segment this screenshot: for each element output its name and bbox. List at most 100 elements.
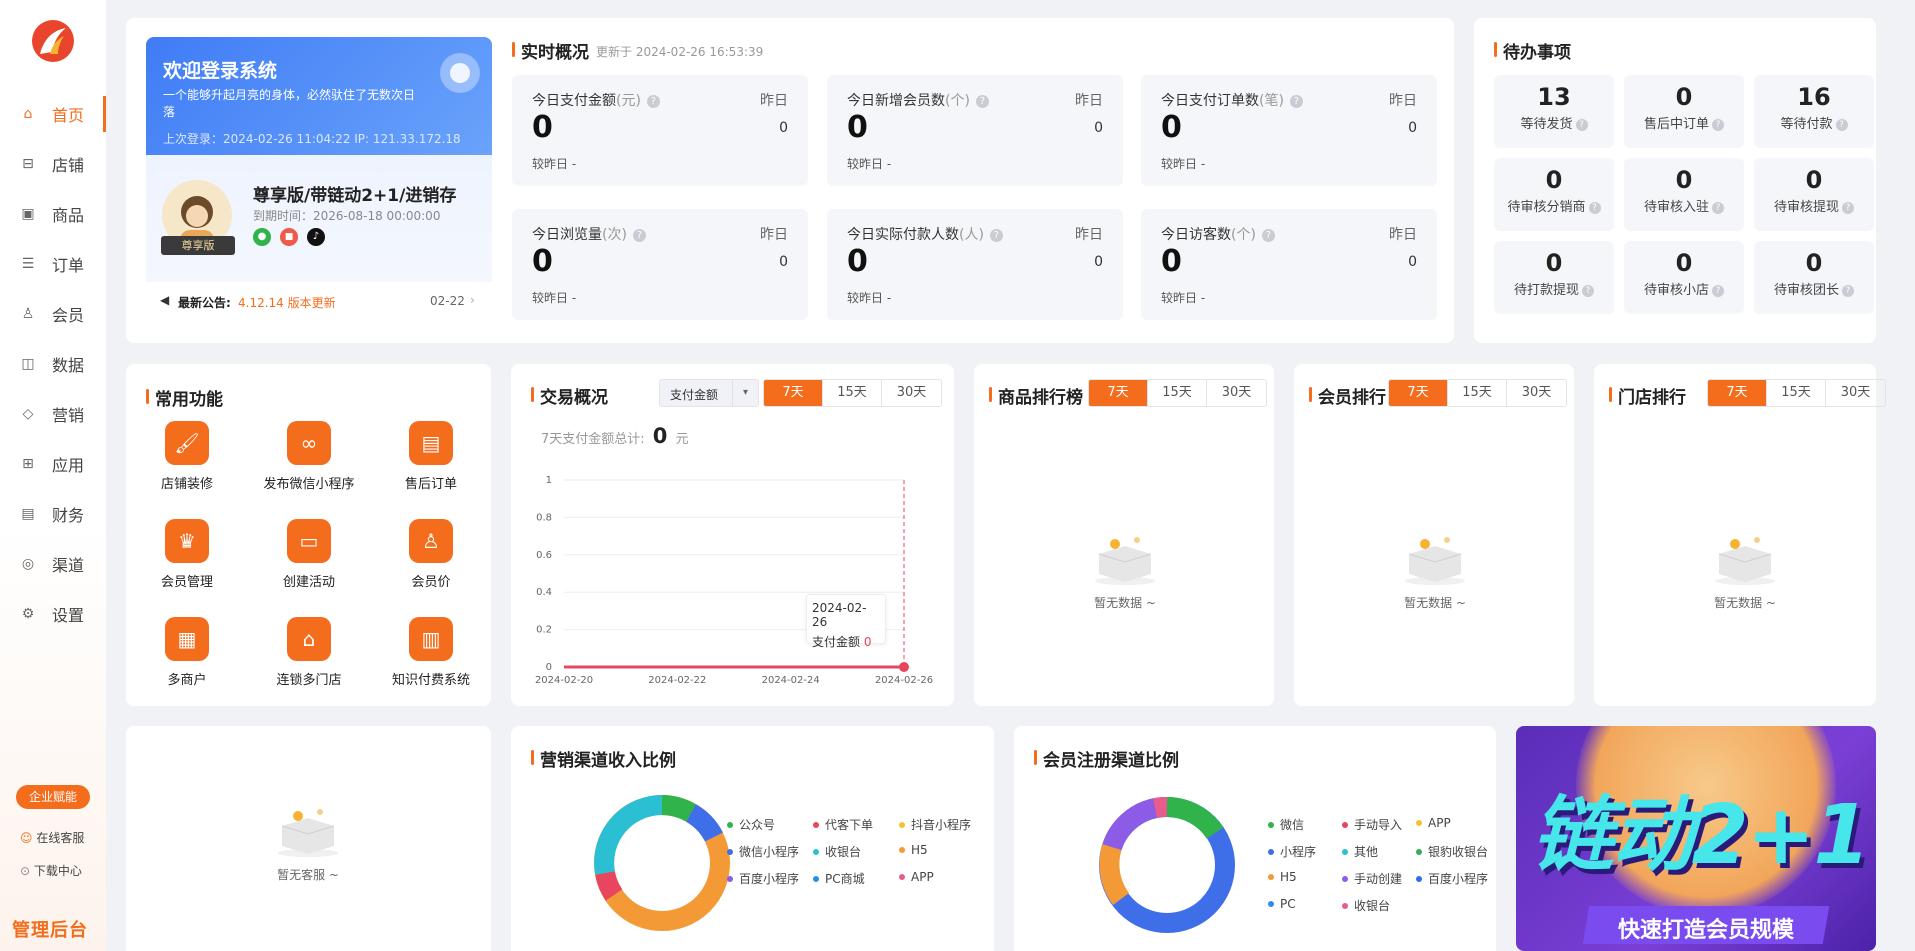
legend-item[interactable]: APP <box>899 870 934 884</box>
tab-30d[interactable]: 30天 <box>1507 380 1566 406</box>
legend-item[interactable]: 微信 <box>1268 816 1304 833</box>
donut-slice <box>661 795 697 822</box>
help-icon[interactable]: ? <box>1712 285 1724 297</box>
help-icon[interactable]: ? <box>1835 119 1848 131</box>
function-item[interactable]: ▤ 售后订单 <box>376 421 486 492</box>
function-item[interactable]: ▥ 知识付费系统 <box>376 617 486 688</box>
realtime-updated: 更新于 2024-02-26 16:53:39 <box>596 45 764 59</box>
function-item[interactable]: ⌂ 连锁多门店 <box>254 617 364 688</box>
notice-text[interactable]: 4.12.14 版本更新 <box>238 294 336 311</box>
todo-item[interactable]: 13 等待发货? <box>1494 75 1614 148</box>
tab-15d[interactable]: 15天 <box>823 380 882 406</box>
legend-item[interactable]: 代客下单 <box>813 816 873 833</box>
legend-item[interactable]: 小程序 <box>1268 843 1316 860</box>
help-icon[interactable]: ? <box>989 229 1003 242</box>
legend-item[interactable]: 手动创建 <box>1342 870 1402 887</box>
tab-15d[interactable]: 15天 <box>1448 380 1507 406</box>
todo-item[interactable]: 0 待审核团长? <box>1754 241 1874 314</box>
goods-rank-empty-text: 暂无数据 ~ <box>1094 596 1156 610</box>
legend-item[interactable]: 抖音小程序 <box>899 816 971 833</box>
help-icon[interactable]: ? <box>1575 119 1588 131</box>
todo-item[interactable]: 0 售后中订单? <box>1624 75 1744 148</box>
trade-metric-select[interactable]: 支付金额 ▾ <box>659 379 759 407</box>
legend-item[interactable]: H5 <box>899 843 928 857</box>
notice-bar[interactable]: ◀ 最新公告: 4.12.14 版本更新 02-22 › <box>146 282 492 322</box>
legend-item[interactable]: 收银台 <box>1342 897 1390 914</box>
todo-label: 等待发货? <box>1494 113 1614 132</box>
legend-item[interactable]: 银豹收银台 <box>1416 843 1488 860</box>
todo-item[interactable]: 0 待审核提现? <box>1754 158 1874 231</box>
stat-label: 今日新增会员数(个)? <box>847 90 989 110</box>
todo-item[interactable]: 0 待审核分销商? <box>1494 158 1614 231</box>
legend-item[interactable]: 微信小程序 <box>727 843 799 860</box>
help-icon[interactable]: ? <box>632 229 646 242</box>
todo-item[interactable]: 0 待审核小店? <box>1624 241 1744 314</box>
legend-item[interactable]: 百度小程序 <box>727 870 799 887</box>
todo-item[interactable]: 0 待审核入驻? <box>1624 158 1744 231</box>
function-item[interactable]: ∞ 发布微信小程序 <box>254 421 364 492</box>
sidebar-item-0[interactable]: ⌂ 首页 <box>0 94 106 134</box>
todo-label-text: 待审核入驻 <box>1643 200 1709 215</box>
sidebar-item-3[interactable]: ☰ 订单 <box>0 244 106 284</box>
help-icon[interactable]: ? <box>1842 202 1854 214</box>
todo-label-text: 待审核团长 <box>1773 283 1839 298</box>
download-center-link[interactable]: ⊙ 下载中心 <box>20 862 82 879</box>
legend-item[interactable]: 百度小程序 <box>1416 870 1488 887</box>
help-icon[interactable]: ? <box>1712 119 1724 131</box>
help-icon[interactable]: ? <box>1712 202 1724 214</box>
help-icon[interactable]: ? <box>975 95 989 108</box>
sidebar-item-8[interactable]: ▤ 财务 <box>0 494 106 534</box>
sidebar-item-4[interactable]: ♙ 会员 <box>0 294 106 334</box>
legend-item[interactable]: 收银台 <box>813 843 861 860</box>
legend-dot <box>813 876 819 882</box>
tab-15d[interactable]: 15天 <box>1767 380 1826 406</box>
book-icon: ▥ <box>409 617 453 661</box>
help-icon[interactable]: ? <box>646 95 660 108</box>
promo-banner[interactable]: 链动2+1 快速打造会员规模 <box>1516 726 1876 951</box>
sidebar-item-5[interactable]: ◫ 数据 <box>0 344 106 384</box>
tab-7d[interactable]: 7天 <box>1708 380 1767 406</box>
online-service-link[interactable]: ☺ 在线客服 <box>20 829 84 846</box>
tab-7d[interactable]: 7天 <box>764 380 823 406</box>
compare-label: 较昨日 - <box>847 291 892 305</box>
stat-label: 今日浏览量(次)? <box>532 224 646 244</box>
sidebar-item-2[interactable]: ▣ 商品 <box>0 194 106 234</box>
sidebar-item-6[interactable]: ◇ 营销 <box>0 394 106 434</box>
tab-15d[interactable]: 15天 <box>1148 380 1207 406</box>
tab-7d[interactable]: 7天 <box>1089 380 1148 406</box>
sidebar-item-10[interactable]: ⚙ 设置 <box>0 594 106 634</box>
tab-30d[interactable]: 30天 <box>1207 380 1266 406</box>
tab-7d[interactable]: 7天 <box>1389 380 1448 406</box>
enterprise-badge[interactable]: 企业赋能 <box>16 785 90 809</box>
function-item[interactable]: ▭ 创建活动 <box>254 519 364 590</box>
welcome-moon <box>440 53 480 93</box>
function-item[interactable]: ♛ 会员管理 <box>132 519 242 590</box>
help-icon[interactable]: ? <box>1842 285 1854 297</box>
sidebar-item-9[interactable]: ◎ 渠道 <box>0 544 106 584</box>
legend-dot <box>1342 822 1348 828</box>
legend-item[interactable]: 公众号 <box>727 816 775 833</box>
tab-30d[interactable]: 30天 <box>882 380 941 406</box>
legend-item[interactable]: 手动导入 <box>1342 816 1402 833</box>
sidebar-item-1[interactable]: ⊟ 店铺 <box>0 144 106 184</box>
help-icon[interactable]: ? <box>1588 202 1601 214</box>
legend-item[interactable]: APP <box>1416 816 1451 830</box>
trade-total-unit: 元 <box>675 432 689 447</box>
legend-item[interactable]: PC <box>1268 897 1296 911</box>
function-item[interactable]: ♙ 会员价 <box>376 519 486 590</box>
function-item[interactable]: ▦ 多商户 <box>132 617 242 688</box>
todo-label-text: 售后中订单 <box>1643 117 1709 132</box>
help-icon[interactable]: ? <box>1289 95 1303 108</box>
legend-dot <box>727 822 733 828</box>
tab-30d[interactable]: 30天 <box>1826 380 1885 406</box>
todo-item[interactable]: 16 等待付款? <box>1754 75 1874 148</box>
function-item[interactable]: 🖌 店铺装修 <box>132 421 242 492</box>
compare-label: 较昨日 - <box>1161 157 1206 171</box>
todo-item[interactable]: 0 待打款提现? <box>1494 241 1614 314</box>
legend-item[interactable]: H5 <box>1268 870 1297 884</box>
help-icon[interactable]: ? <box>1582 285 1594 297</box>
sidebar-item-7[interactable]: ⊞ 应用 <box>0 444 106 484</box>
legend-item[interactable]: PC商城 <box>813 870 865 887</box>
help-icon[interactable]: ? <box>1261 229 1275 242</box>
legend-item[interactable]: 其他 <box>1342 843 1378 860</box>
